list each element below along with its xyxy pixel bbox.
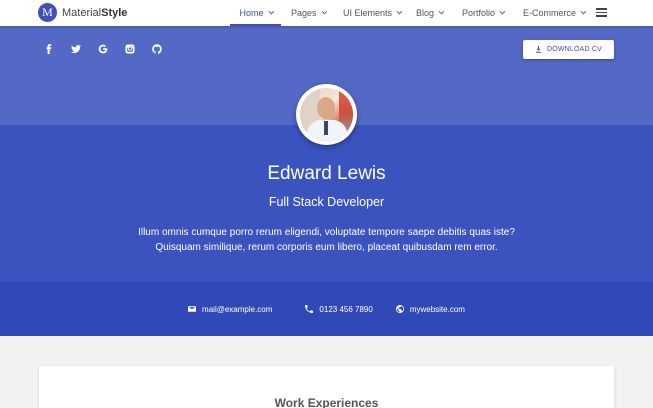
brand-name-light: Material bbox=[62, 6, 102, 19]
brand-name: MaterialStyle bbox=[62, 7, 127, 19]
facebook-icon[interactable] bbox=[44, 42, 71, 56]
nav-item-label: Portfolio bbox=[462, 8, 496, 18]
nav-item-label: UI Elements bbox=[343, 8, 393, 18]
contact-website[interactable]: mywebsite.com bbox=[395, 304, 465, 314]
menu-icon[interactable] bbox=[596, 8, 607, 17]
contact-phone[interactable]: 0123 456 7890 bbox=[305, 304, 373, 314]
globe-icon bbox=[395, 305, 404, 313]
nav-item-pages[interactable]: Pages bbox=[291, 0, 336, 26]
brand[interactable]: M MaterialStyle bbox=[38, 3, 127, 22]
contact-bar: mail@example.com 0123 456 7890 mywebsite… bbox=[0, 282, 653, 336]
nav-item-portfolio[interactable]: Portfolio bbox=[462, 0, 514, 26]
phone-icon bbox=[305, 305, 314, 313]
nav-item-label: Pages bbox=[291, 8, 317, 18]
brand-name-bold: Style bbox=[101, 6, 128, 19]
work-experiences-card: Work Experiences bbox=[39, 366, 614, 408]
profile-role: Full Stack Developer bbox=[268, 195, 385, 209]
nav-item-e-commerce[interactable]: E-Commerce bbox=[523, 0, 587, 26]
nav-item-label: E-Commerce bbox=[523, 8, 577, 18]
contact-email[interactable]: mail@example.com bbox=[188, 305, 272, 314]
chevron-down-icon bbox=[396, 8, 403, 15]
top-navbar: M MaterialStyle Home Pages UI Elements B… bbox=[0, 0, 653, 26]
profile-name: Edward Lewis bbox=[267, 163, 386, 184]
avatar bbox=[296, 84, 357, 145]
bio-line: Illum omnis cumque porro rerum eligendi,… bbox=[138, 227, 515, 238]
contact-website-text: mywebsite.com bbox=[409, 304, 465, 314]
instagram-icon[interactable] bbox=[125, 42, 152, 56]
nav-item-label: Home bbox=[239, 8, 264, 18]
github-icon[interactable] bbox=[152, 42, 179, 56]
google-icon[interactable] bbox=[98, 42, 125, 56]
social-links bbox=[44, 42, 179, 56]
brand-logo: M bbox=[38, 3, 57, 22]
chevron-down-icon bbox=[321, 8, 327, 15]
download-icon bbox=[535, 46, 542, 53]
chevron-down-icon bbox=[268, 8, 274, 15]
download-cv-button[interactable]: DOWNLOAD CV bbox=[523, 40, 614, 59]
twitter-icon[interactable] bbox=[71, 42, 98, 56]
contact-email-text: mail@example.com bbox=[202, 304, 273, 314]
mail-icon bbox=[188, 306, 197, 312]
nav-menu: Home Pages UI Elements Blog Portfolio E-… bbox=[230, 0, 587, 26]
chevron-down-icon bbox=[499, 8, 506, 15]
chevron-down-icon bbox=[580, 8, 587, 15]
contact-phone-text: 0123 456 7890 bbox=[319, 304, 373, 314]
chevron-down-icon bbox=[438, 8, 445, 15]
nav-item-ui-elements[interactable]: UI Elements bbox=[343, 0, 407, 26]
nav-item-label: Blog bbox=[416, 8, 435, 18]
download-cv-label: DOWNLOAD CV bbox=[546, 46, 603, 53]
nav-item-home[interactable]: Home bbox=[230, 0, 281, 26]
profile-bio: Illum omnis cumque porro rerum eligendi,… bbox=[120, 225, 533, 255]
bio-line: Quisquam similique, rerum corporis eum l… bbox=[155, 242, 498, 253]
section-title: Work Experiences bbox=[274, 396, 379, 408]
profile-photo bbox=[300, 88, 353, 141]
nav-item-blog[interactable]: Blog bbox=[416, 0, 453, 26]
